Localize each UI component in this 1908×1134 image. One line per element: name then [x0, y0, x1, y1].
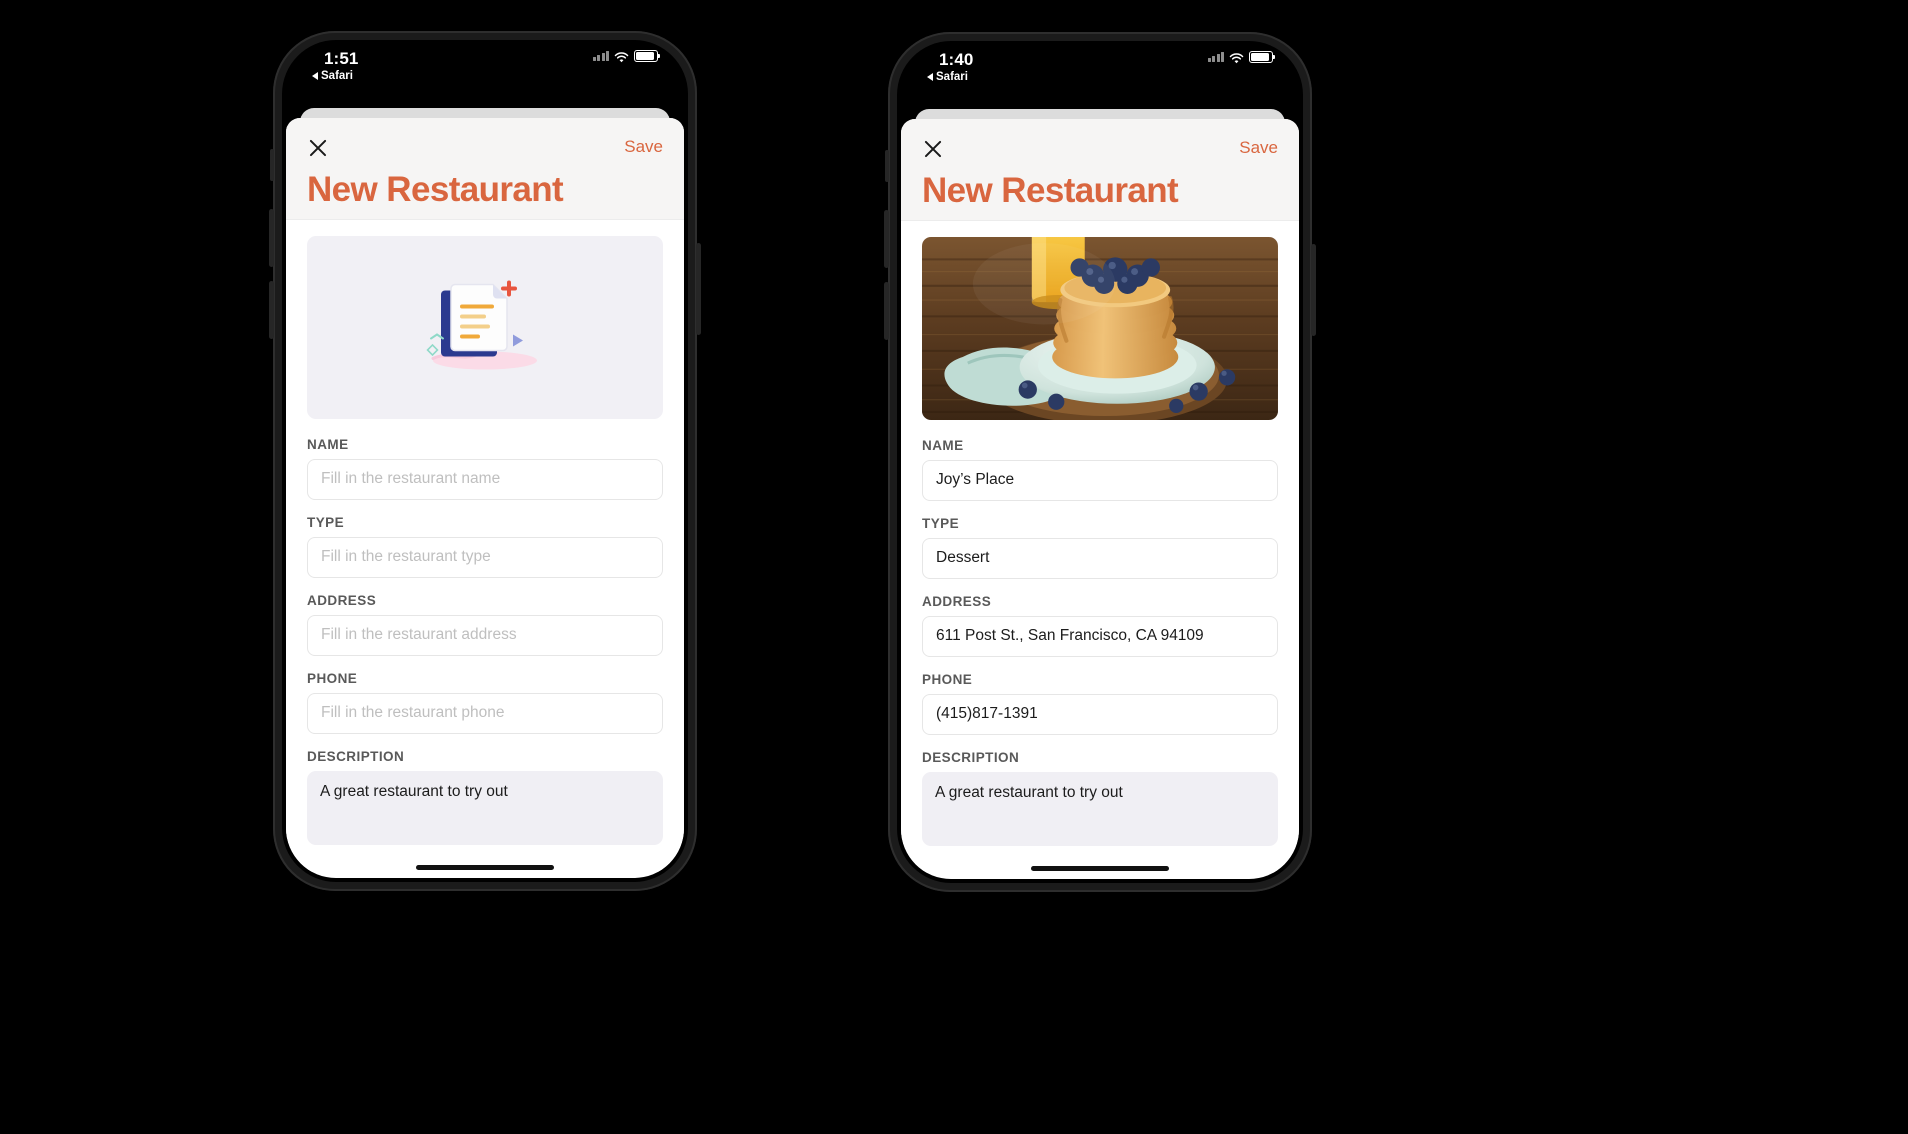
field-label-type: TYPE — [307, 514, 345, 530]
phone-mockup-empty-form: 1:51 Safari Save New Restaurant NAME Fil… — [269, 31, 701, 891]
type-input[interactable] — [307, 536, 663, 578]
phone-screen: 1:40 Safari Save New Restaurant NAME Joy… — [901, 45, 1299, 879]
wifi-icon — [614, 50, 629, 63]
battery-icon — [634, 50, 661, 62]
photo-picker-placeholder[interactable] — [307, 235, 663, 419]
back-to-app-link[interactable]: Safari — [927, 71, 968, 83]
add-photo-illustration — [426, 280, 537, 370]
close-icon[interactable] — [922, 137, 944, 159]
silent-switch[interactable] — [885, 150, 889, 182]
back-to-app-link[interactable]: Safari — [312, 70, 353, 82]
phone-input[interactable] — [922, 693, 1278, 735]
save-button[interactable]: Save — [1239, 138, 1278, 158]
sheet-header: Save New Restaurant — [901, 119, 1299, 221]
status-time: 1:51 — [324, 49, 359, 68]
page-title: New Restaurant — [922, 171, 1179, 210]
field-label-name: NAME — [922, 437, 964, 453]
volume-down-button[interactable] — [269, 281, 274, 339]
phone-bezel: 1:40 Safari Save New Restaurant NAME Joy… — [897, 41, 1303, 883]
name-input[interactable] — [922, 459, 1278, 501]
field-label-type: TYPE — [922, 515, 960, 531]
form-body: NAME TYPE ADDRESS PHONE — [286, 219, 684, 872]
cellular-signal-icon — [1207, 52, 1224, 62]
notch — [1014, 45, 1186, 75]
phone-input[interactable] — [307, 692, 663, 734]
power-button[interactable] — [696, 243, 701, 335]
home-indicator[interactable] — [416, 865, 554, 870]
field-phone: PHONE — [307, 671, 663, 734]
field-address: ADDRESS — [922, 594, 1278, 657]
field-name: NAME — [307, 437, 663, 500]
wifi-icon — [1229, 51, 1244, 64]
description-textarea[interactable]: A great restaurant to try out — [307, 770, 663, 845]
back-arrow-icon — [927, 73, 933, 81]
type-input[interactable] — [922, 537, 1278, 579]
back-app-label: Safari — [936, 71, 968, 83]
save-button[interactable]: Save — [624, 137, 663, 157]
address-input[interactable] — [307, 614, 663, 656]
pancakes-photo — [922, 236, 1278, 420]
modal-sheet: Save New Restaurant — [286, 118, 684, 878]
volume-up-button[interactable] — [884, 210, 889, 268]
close-icon[interactable] — [307, 136, 329, 158]
description-textarea[interactable]: A great restaurant to try out — [922, 771, 1278, 846]
field-description: DESCRIPTION A great restaurant to try ou… — [922, 750, 1278, 851]
battery-icon — [1249, 51, 1276, 63]
status-indicators — [1207, 51, 1276, 64]
cellular-signal-icon — [592, 51, 609, 61]
power-button[interactable] — [1311, 244, 1316, 336]
notch — [399, 44, 571, 74]
status-indicators — [592, 50, 661, 63]
modal-sheet: Save New Restaurant — [901, 119, 1299, 879]
page-title: New Restaurant — [307, 170, 564, 209]
silent-switch[interactable] — [270, 149, 274, 181]
field-label-name: NAME — [307, 436, 349, 452]
phone-bezel: 1:51 Safari Save New Restaurant NAME Fil… — [282, 40, 688, 882]
field-phone: PHONE — [922, 672, 1278, 735]
field-description: DESCRIPTION A great restaurant to try ou… — [307, 749, 663, 850]
field-label-phone: PHONE — [307, 670, 358, 686]
back-app-label: Safari — [321, 70, 353, 82]
volume-up-button[interactable] — [269, 209, 274, 267]
field-label-address: ADDRESS — [922, 593, 992, 609]
phone-screen: 1:51 Safari Save New Restaurant NAME Fil… — [286, 44, 684, 878]
field-label-description: DESCRIPTION — [922, 749, 1020, 765]
status-time: 1:40 — [939, 50, 974, 69]
home-indicator[interactable] — [1031, 866, 1169, 871]
sheet-header: Save New Restaurant — [286, 118, 684, 220]
field-label-address: ADDRESS — [307, 592, 377, 608]
field-label-description: DESCRIPTION — [307, 748, 405, 764]
field-type: TYPE — [922, 516, 1278, 579]
restaurant-photo[interactable] — [922, 236, 1278, 420]
phone-mockup-filled-form: 1:40 Safari Save New Restaurant NAME Joy… — [884, 32, 1316, 892]
field-name: NAME — [922, 438, 1278, 501]
form-body: NAME TYPE ADDRESS PHONE — [901, 220, 1299, 873]
field-label-phone: PHONE — [922, 671, 973, 687]
back-arrow-icon — [312, 72, 318, 80]
screenshot-canvas: 1:51 Safari Save New Restaurant NAME Fil… — [0, 0, 1908, 1134]
field-type: TYPE — [307, 515, 663, 578]
address-input[interactable] — [922, 615, 1278, 657]
volume-down-button[interactable] — [884, 282, 889, 340]
field-address: ADDRESS — [307, 593, 663, 656]
name-input[interactable] — [307, 458, 663, 500]
